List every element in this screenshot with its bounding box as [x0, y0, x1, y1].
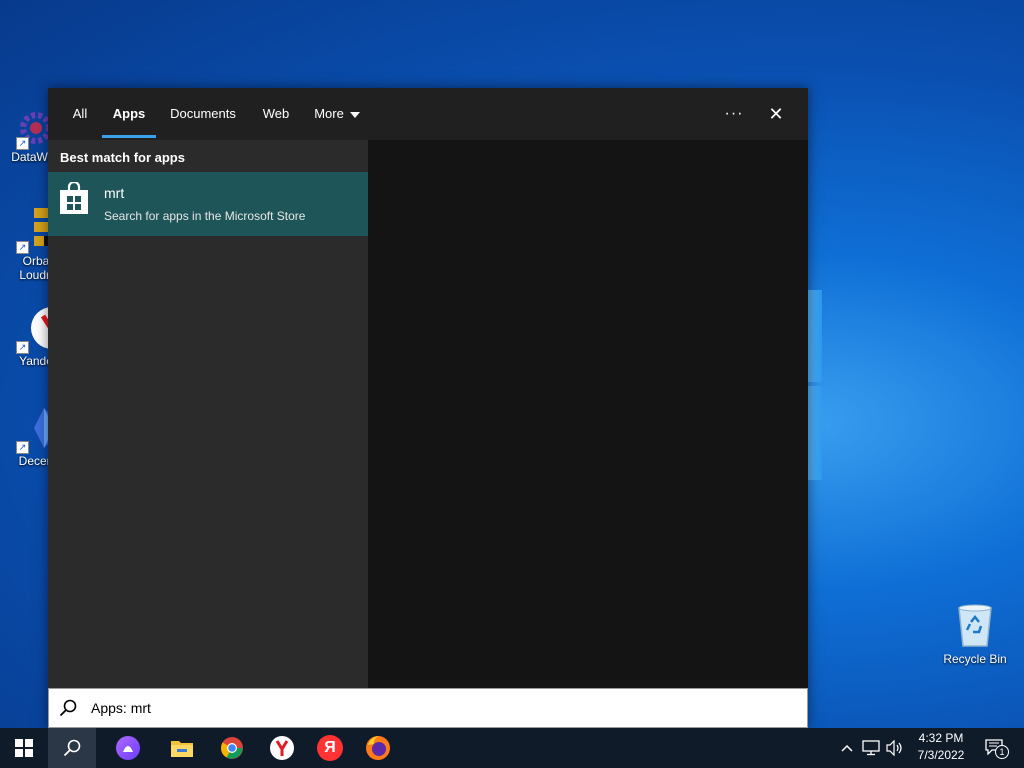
notification-count-badge: 1 — [995, 745, 1009, 759]
tab-web[interactable]: Web — [254, 88, 298, 140]
taskbar-firefox-button[interactable] — [354, 728, 402, 768]
shortcut-arrow-icon: ↗ — [16, 241, 29, 254]
recycle-bin-icon — [955, 602, 995, 650]
speaker-icon — [886, 740, 902, 756]
search-icon — [63, 739, 81, 757]
tab-documents[interactable]: Documents — [162, 88, 244, 140]
tab-label: Apps — [112, 106, 146, 121]
yandex-ya-icon: Я — [317, 735, 343, 761]
taskbar-yandex-search-button[interactable]: Я — [306, 728, 354, 768]
best-match-result[interactable]: mrt Search for apps in the Microsoft Sto… — [48, 172, 368, 236]
notification-icon: 1 — [985, 739, 1009, 759]
ellipsis-icon: ··· — [724, 105, 744, 122]
firefox-icon — [366, 736, 390, 760]
yandex-browser-icon — [270, 736, 294, 760]
chrome-icon — [221, 737, 243, 759]
clock-date: 7/3/2022 — [917, 748, 965, 762]
tab-all[interactable]: All — [62, 88, 98, 140]
desktop-icon-recycle-bin[interactable]: Recycle Bin — [938, 602, 1012, 666]
taskbar-chrome-button[interactable] — [208, 728, 256, 768]
taskbar: Я 4:32 PM 7/3/2022 1 — [0, 728, 1024, 768]
taskbar-alice-button[interactable] — [104, 728, 152, 768]
start-button[interactable] — [0, 728, 48, 768]
close-icon: ✕ — [768, 104, 784, 124]
search-box[interactable] — [48, 688, 808, 728]
tab-more[interactable]: More — [308, 88, 366, 140]
search-input[interactable] — [89, 695, 793, 721]
search-icon — [59, 699, 77, 717]
microsoft-store-icon — [58, 180, 90, 216]
more-options-button[interactable]: ··· — [714, 96, 754, 132]
tab-label: Documents — [170, 106, 236, 121]
yandex-glyph: Я — [324, 739, 336, 756]
taskbar-clock[interactable]: 4:32 PM 7/3/2022 — [904, 730, 978, 766]
search-tab-bar: All Apps Documents Web More ··· ✕ — [48, 88, 808, 140]
search-panel: All Apps Documents Web More ··· ✕ Best m… — [48, 88, 808, 728]
network-button[interactable] — [860, 728, 882, 768]
action-center-button[interactable]: 1 — [980, 728, 1010, 768]
network-icon — [862, 740, 880, 756]
clock-time: 4:32 PM — [918, 731, 964, 745]
desktop-icon-label: Recycle Bin — [943, 652, 1007, 666]
windows-icon — [15, 739, 33, 757]
result-subtitle: Search for apps in the Microsoft Store — [104, 209, 306, 223]
taskbar-yandex-button[interactable] — [258, 728, 306, 768]
chevron-up-icon — [841, 744, 853, 752]
close-button[interactable]: ✕ — [756, 96, 796, 132]
folder-icon — [171, 741, 193, 757]
results-list: Best match for apps mrt Search for apps … — [48, 140, 368, 688]
shortcut-arrow-icon: ↗ — [16, 441, 29, 454]
tab-label: More — [314, 106, 344, 121]
taskbar-search-button[interactable] — [48, 728, 96, 768]
shortcut-arrow-icon: ↗ — [16, 341, 29, 354]
preview-pane — [368, 140, 808, 688]
chevron-down-icon — [349, 111, 360, 118]
result-title: mrt — [104, 185, 125, 201]
shortcut-arrow-icon: ↗ — [16, 137, 29, 150]
tab-label: All — [72, 106, 88, 121]
show-hidden-icons-button[interactable] — [838, 728, 856, 768]
alice-assistant-icon — [116, 736, 140, 760]
volume-button[interactable] — [884, 728, 906, 768]
tab-apps[interactable]: Apps — [102, 88, 156, 140]
section-header: Best match for apps — [60, 150, 185, 165]
taskbar-file-explorer-button[interactable] — [158, 728, 206, 768]
tab-label: Web — [262, 106, 290, 121]
